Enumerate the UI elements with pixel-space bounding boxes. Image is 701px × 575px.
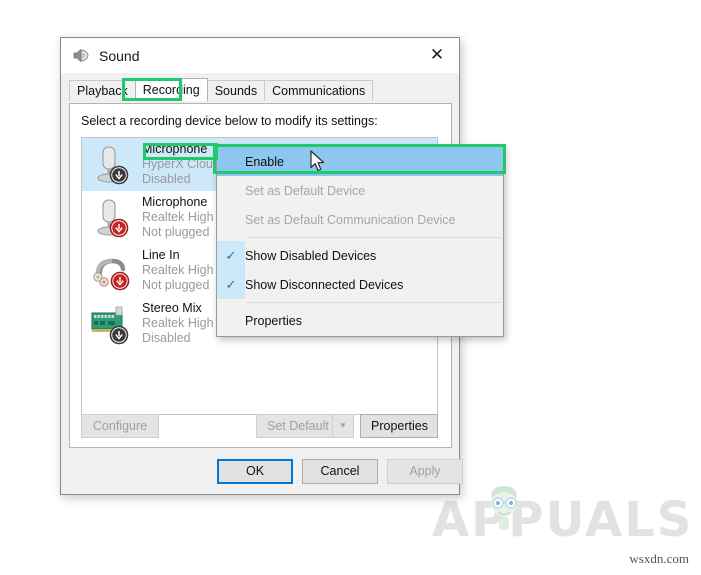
apply-button[interactable]: Apply (387, 459, 463, 484)
device-name: Line In (142, 248, 180, 263)
device-name: Microphone (142, 195, 208, 210)
microphone-icon (88, 142, 136, 188)
panel-instruction-label: Select a recording device below to modif… (81, 114, 378, 128)
window-title: Sound (99, 47, 140, 64)
menu-item-show-disconnected-devices[interactable]: ✓ Show Disconnected Devices (217, 270, 503, 299)
device-driver: Realtek High (142, 210, 214, 225)
device-text-block: Line In Realtek High Not plugged (142, 248, 214, 292)
menu-item-enable[interactable]: Enable (217, 147, 503, 176)
watermark-text: APPUALS (432, 492, 694, 548)
menu-item-properties[interactable]: Properties (217, 306, 503, 335)
close-icon[interactable]: ✕ (415, 38, 459, 72)
sound-card-icon (88, 301, 136, 347)
speaker-icon (73, 49, 89, 62)
dialog-footer: OK Cancel Apply (61, 448, 463, 494)
chevron-down-icon[interactable]: ▼ (332, 414, 354, 438)
menu-item-show-disabled-devices[interactable]: ✓ Show Disabled Devices (217, 241, 503, 270)
device-text-block: Microphone HyperX Cloud Disabled (142, 142, 220, 186)
tab-communications[interactable]: Communications (264, 80, 374, 101)
menu-item-set-as-default-device[interactable]: Set as Default Device (217, 176, 503, 205)
menu-item-set-as-default-communication-device[interactable]: Set as Default Communication Device (217, 205, 503, 234)
properties-button[interactable]: Properties (360, 414, 438, 438)
checkmark-icon: ✓ (217, 270, 245, 299)
menu-item-label: Enable (245, 154, 284, 169)
device-driver: Realtek High (142, 263, 214, 278)
title-bar: Sound ✕ (61, 38, 459, 73)
menu-item-label: Show Disabled Devices (245, 248, 377, 263)
line-in-rca-icon (88, 248, 136, 294)
appuals-watermark: APPUALS (432, 486, 691, 548)
menu-separator (247, 237, 501, 238)
set-default-split-button[interactable]: Set Default ▼ (256, 414, 354, 438)
device-driver: HyperX Cloud (142, 157, 220, 172)
device-state: Not plugged (142, 224, 210, 239)
tab-strip: Playback Recording Sounds Communications (69, 78, 459, 101)
site-name-label: wsxdn.com (629, 551, 689, 566)
menu-item-label: Show Disconnected Devices (245, 277, 404, 292)
device-state: Not plugged (142, 277, 210, 292)
menu-separator (247, 302, 501, 303)
microphone-icon (88, 195, 136, 241)
tab-playback[interactable]: Playback (69, 80, 136, 101)
set-default-button[interactable]: Set Default (256, 414, 332, 438)
menu-item-label: Set as Default Communication Device (245, 212, 456, 227)
device-context-menu: Enable Set as Default Device Set as Defa… (216, 145, 504, 337)
tab-recording[interactable]: Recording (134, 78, 208, 101)
ok-button[interactable]: OK (217, 459, 293, 484)
panel-button-row: Configure Set Default ▼ Properties (81, 414, 438, 438)
configure-button[interactable]: Configure (81, 414, 159, 438)
device-state: Disabled (142, 171, 191, 186)
cancel-button[interactable]: Cancel (302, 459, 378, 484)
menu-item-label: Set as Default Device (245, 183, 366, 198)
tab-sounds[interactable]: Sounds (206, 80, 266, 101)
menu-item-label: Properties (245, 313, 302, 328)
watermark-face-icon (491, 486, 517, 530)
device-name: Microphone (142, 142, 208, 157)
device-text-block: Microphone Realtek High Not plugged (142, 195, 214, 239)
checkmark-icon: ✓ (217, 241, 245, 270)
